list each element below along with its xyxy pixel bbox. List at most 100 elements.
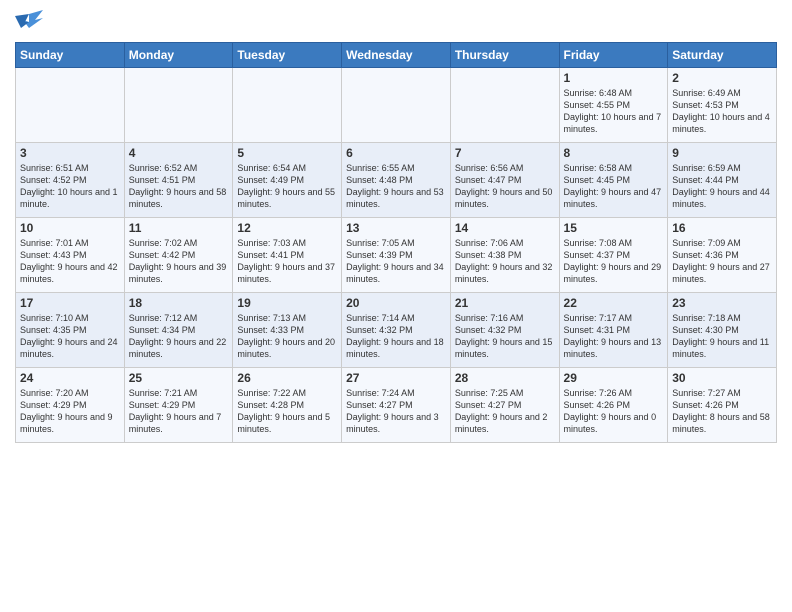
day-info: Sunrise: 6:56 AM Sunset: 4:47 PM Dayligh… — [455, 162, 555, 211]
calendar-cell — [233, 68, 342, 143]
day-info: Sunrise: 7:01 AM Sunset: 4:43 PM Dayligh… — [20, 237, 120, 286]
day-number: 5 — [237, 146, 337, 160]
page: SundayMondayTuesdayWednesdayThursdayFrid… — [0, 0, 792, 458]
calendar-cell: 20Sunrise: 7:14 AM Sunset: 4:32 PM Dayli… — [342, 293, 451, 368]
weekday-header: Wednesday — [342, 43, 451, 68]
day-info: Sunrise: 7:17 AM Sunset: 4:31 PM Dayligh… — [564, 312, 664, 361]
weekday-header: Friday — [559, 43, 668, 68]
calendar-cell: 4 Sunrise: 6:52 AM Sunset: 4:51 PM Daylig… — [124, 143, 233, 218]
calendar-cell: 9 Sunrise: 6:59 AM Sunset: 4:44 PM Daylig… — [668, 143, 777, 218]
day-info: Sunrise: 6:58 AM Sunset: 4:45 PM Dayligh… — [564, 162, 664, 211]
day-number: 14 — [455, 221, 555, 235]
calendar-table: SundayMondayTuesdayWednesdayThursdayFrid… — [15, 42, 777, 443]
day-number: 18 — [129, 296, 229, 310]
calendar-cell: 5 Sunrise: 6:54 AM Sunset: 4:49 PM Daylig… — [233, 143, 342, 218]
calendar-week: 3 Sunrise: 6:51 AM Sunset: 4:52 PM Daylig… — [16, 143, 777, 218]
day-number: 8 — [564, 146, 664, 160]
day-number: 16 — [672, 221, 772, 235]
logo — [15, 10, 45, 34]
day-number: 23 — [672, 296, 772, 310]
calendar-cell: 7Sunrise: 6:56 AM Sunset: 4:47 PM Daylig… — [450, 143, 559, 218]
day-number: 9 — [672, 146, 772, 160]
calendar-cell: 3 Sunrise: 6:51 AM Sunset: 4:52 PM Daylig… — [16, 143, 125, 218]
day-info: Sunrise: 6:55 AM Sunset: 4:48 PM Dayligh… — [346, 162, 446, 211]
day-number: 10 — [20, 221, 120, 235]
calendar-cell: 25Sunrise: 7:21 AM Sunset: 4:29 PM Dayli… — [124, 368, 233, 443]
calendar-cell: 28 Sunrise: 7:25 AM Sunset: 4:27 PM Dayli… — [450, 368, 559, 443]
day-number: 29 — [564, 371, 664, 385]
calendar-cell: 27Sunrise: 7:24 AM Sunset: 4:27 PM Dayli… — [342, 368, 451, 443]
calendar-week: 24 Sunrise: 7:20 AM Sunset: 4:29 PM Dayli… — [16, 368, 777, 443]
day-number: 20 — [346, 296, 446, 310]
calendar-cell: 6 Sunrise: 6:55 AM Sunset: 4:48 PM Daylig… — [342, 143, 451, 218]
day-info: Sunrise: 7:24 AM Sunset: 4:27 PM Dayligh… — [346, 387, 446, 436]
calendar-cell: 18 Sunrise: 7:12 AM Sunset: 4:34 PM Dayli… — [124, 293, 233, 368]
day-number: 17 — [20, 296, 120, 310]
day-number: 24 — [20, 371, 120, 385]
calendar-cell: 19 Sunrise: 7:13 AM Sunset: 4:33 PM Dayli… — [233, 293, 342, 368]
day-info: Sunrise: 7:08 AM Sunset: 4:37 PM Dayligh… — [564, 237, 664, 286]
day-number: 12 — [237, 221, 337, 235]
calendar-cell: 10 Sunrise: 7:01 AM Sunset: 4:43 PM Dayli… — [16, 218, 125, 293]
day-info: Sunrise: 7:13 AM Sunset: 4:33 PM Dayligh… — [237, 312, 337, 361]
day-number: 22 — [564, 296, 664, 310]
calendar-cell: 16 Sunrise: 7:09 AM Sunset: 4:36 PM Dayli… — [668, 218, 777, 293]
calendar-cell: 8 Sunrise: 6:58 AM Sunset: 4:45 PM Daylig… — [559, 143, 668, 218]
weekday-header: Monday — [124, 43, 233, 68]
weekday-header: Sunday — [16, 43, 125, 68]
day-number: 1 — [564, 71, 664, 85]
day-info: Sunrise: 7:10 AM Sunset: 4:35 PM Dayligh… — [20, 312, 120, 361]
day-info: Sunrise: 7:25 AM Sunset: 4:27 PM Dayligh… — [455, 387, 555, 436]
day-number: 21 — [455, 296, 555, 310]
day-info: Sunrise: 7:20 AM Sunset: 4:29 PM Dayligh… — [20, 387, 120, 436]
day-info: Sunrise: 7:02 AM Sunset: 4:42 PM Dayligh… — [129, 237, 229, 286]
day-info: Sunrise: 7:26 AM Sunset: 4:26 PM Dayligh… — [564, 387, 664, 436]
calendar-week: 1 Sunrise: 6:48 AM Sunset: 4:55 PM Daylig… — [16, 68, 777, 143]
calendar-cell: 14Sunrise: 7:06 AM Sunset: 4:38 PM Dayli… — [450, 218, 559, 293]
calendar-cell: 15 Sunrise: 7:08 AM Sunset: 4:37 PM Dayli… — [559, 218, 668, 293]
day-number: 28 — [455, 371, 555, 385]
calendar-cell: 29 Sunrise: 7:26 AM Sunset: 4:26 PM Dayli… — [559, 368, 668, 443]
day-number: 15 — [564, 221, 664, 235]
day-number: 19 — [237, 296, 337, 310]
day-number: 2 — [672, 71, 772, 85]
day-info: Sunrise: 7:05 AM Sunset: 4:39 PM Dayligh… — [346, 237, 446, 286]
calendar-header: SundayMondayTuesdayWednesdayThursdayFrid… — [16, 43, 777, 68]
day-info: Sunrise: 7:09 AM Sunset: 4:36 PM Dayligh… — [672, 237, 772, 286]
calendar-cell: 13 Sunrise: 7:05 AM Sunset: 4:39 PM Dayli… — [342, 218, 451, 293]
day-info: Sunrise: 7:03 AM Sunset: 4:41 PM Dayligh… — [237, 237, 337, 286]
weekday-header: Tuesday — [233, 43, 342, 68]
calendar-cell: 17 Sunrise: 7:10 AM Sunset: 4:35 PM Dayli… — [16, 293, 125, 368]
calendar-body: 1 Sunrise: 6:48 AM Sunset: 4:55 PM Daylig… — [16, 68, 777, 443]
day-info: Sunrise: 7:18 AM Sunset: 4:30 PM Dayligh… — [672, 312, 772, 361]
calendar-cell: 26 Sunrise: 7:22 AM Sunset: 4:28 PM Dayli… — [233, 368, 342, 443]
day-info: Sunrise: 6:59 AM Sunset: 4:44 PM Dayligh… — [672, 162, 772, 211]
weekday-header: Saturday — [668, 43, 777, 68]
calendar-cell: 22 Sunrise: 7:17 AM Sunset: 4:31 PM Dayli… — [559, 293, 668, 368]
day-info: Sunrise: 7:12 AM Sunset: 4:34 PM Dayligh… — [129, 312, 229, 361]
calendar-cell — [450, 68, 559, 143]
day-number: 6 — [346, 146, 446, 160]
day-info: Sunrise: 6:51 AM Sunset: 4:52 PM Dayligh… — [20, 162, 120, 211]
logo-icon — [15, 10, 43, 34]
calendar-week: 10 Sunrise: 7:01 AM Sunset: 4:43 PM Dayli… — [16, 218, 777, 293]
calendar-cell: 23 Sunrise: 7:18 AM Sunset: 4:30 PM Dayli… — [668, 293, 777, 368]
day-info: Sunrise: 7:22 AM Sunset: 4:28 PM Dayligh… — [237, 387, 337, 436]
day-number: 11 — [129, 221, 229, 235]
weekday-header: Thursday — [450, 43, 559, 68]
calendar-week: 17 Sunrise: 7:10 AM Sunset: 4:35 PM Dayli… — [16, 293, 777, 368]
day-info: Sunrise: 6:54 AM Sunset: 4:49 PM Dayligh… — [237, 162, 337, 211]
day-info: Sunrise: 6:52 AM Sunset: 4:51 PM Dayligh… — [129, 162, 229, 211]
day-number: 25 — [129, 371, 229, 385]
calendar-cell — [342, 68, 451, 143]
calendar-cell: 1 Sunrise: 6:48 AM Sunset: 4:55 PM Daylig… — [559, 68, 668, 143]
day-number: 13 — [346, 221, 446, 235]
day-info: Sunrise: 7:27 AM Sunset: 4:26 PM Dayligh… — [672, 387, 772, 436]
day-number: 26 — [237, 371, 337, 385]
day-number: 4 — [129, 146, 229, 160]
day-info: Sunrise: 6:48 AM Sunset: 4:55 PM Dayligh… — [564, 87, 664, 136]
day-number: 3 — [20, 146, 120, 160]
calendar-cell: 21Sunrise: 7:16 AM Sunset: 4:32 PM Dayli… — [450, 293, 559, 368]
calendar-cell: 11 Sunrise: 7:02 AM Sunset: 4:42 PM Dayli… — [124, 218, 233, 293]
day-info: Sunrise: 6:49 AM Sunset: 4:53 PM Dayligh… — [672, 87, 772, 136]
